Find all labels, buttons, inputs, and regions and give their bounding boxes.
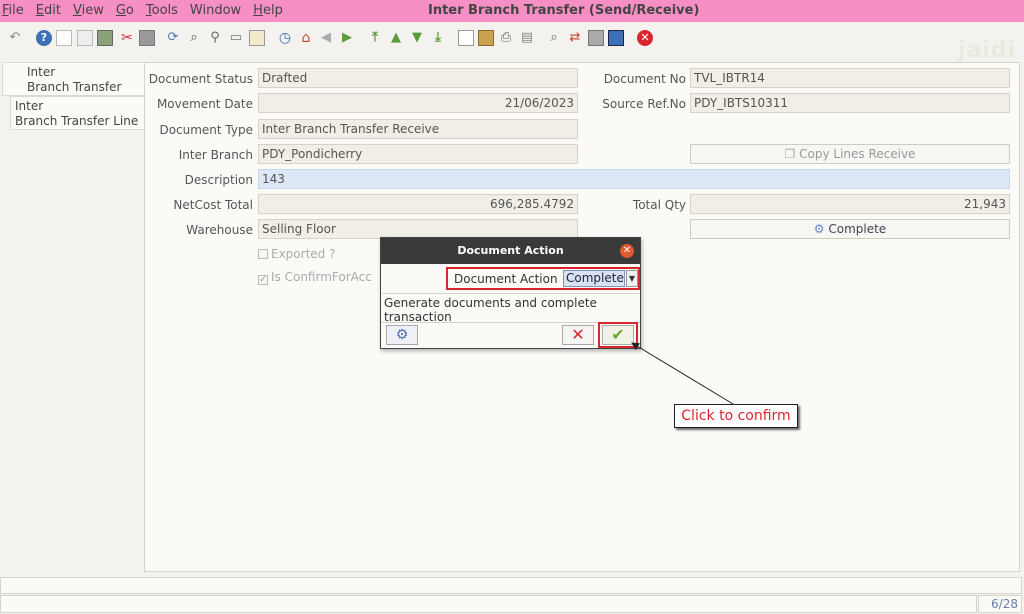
movement-date-label: Movement Date bbox=[156, 97, 253, 111]
checkbox-box bbox=[258, 249, 268, 259]
title-bar: File Edit View Go Tools Window Help Inte… bbox=[0, 0, 1024, 22]
total-qty-field[interactable]: 21,943 bbox=[690, 194, 1010, 214]
menu-help[interactable]: Help bbox=[253, 3, 283, 18]
archive-icon[interactable] bbox=[97, 30, 113, 46]
brand-logo: jaidi bbox=[957, 38, 1016, 63]
undo-icon[interactable]: ↶ bbox=[7, 30, 23, 46]
status-bar bbox=[0, 577, 1022, 594]
process-icon: ⚙ bbox=[813, 222, 829, 236]
ok-button[interactable]: ✔ bbox=[602, 325, 634, 345]
action-description: Generate documents and complete transact… bbox=[382, 293, 639, 322]
source-ref-label: Source Ref.No bbox=[602, 97, 686, 111]
click-to-confirm-callout: Click to confirm bbox=[674, 404, 798, 428]
next-record-icon[interactable]: ▼ bbox=[409, 30, 425, 46]
copy-icon: ❐ bbox=[784, 147, 800, 161]
grid-toggle-icon[interactable] bbox=[249, 30, 265, 46]
ok-button-highlight: ✔ bbox=[598, 322, 638, 348]
document-no-field[interactable]: TVL_IBTR14 bbox=[690, 68, 1010, 88]
parent-record-icon[interactable]: ◀ bbox=[318, 30, 334, 46]
refresh-icon[interactable]: ⟳ bbox=[165, 30, 181, 46]
detail-record-icon[interactable]: ▶ bbox=[339, 30, 355, 46]
document-action-label: Document Action bbox=[454, 272, 558, 286]
document-action-select-highlight: Document Action Complete ▼ bbox=[446, 267, 640, 290]
report-icon[interactable] bbox=[458, 30, 474, 46]
description-field[interactable]: 143 bbox=[258, 169, 1010, 189]
home-icon[interactable]: ⌂ bbox=[298, 30, 314, 46]
menu-bar: File Edit View Go Tools Window Help bbox=[2, 3, 295, 18]
description-label: Description bbox=[184, 173, 253, 187]
menu-edit[interactable]: Edit bbox=[36, 3, 61, 18]
window-title: Inter Branch Transfer (Send/Receive) bbox=[428, 3, 700, 18]
exported-checkbox[interactable]: Exported ? bbox=[258, 247, 335, 261]
first-record-icon[interactable]: ⤒ bbox=[367, 30, 383, 46]
menu-view[interactable]: View bbox=[73, 3, 104, 18]
dialog-title: Document Action bbox=[381, 238, 640, 264]
help-icon[interactable]: ? bbox=[36, 30, 52, 46]
document-action-select[interactable]: Complete bbox=[563, 270, 625, 287]
status-line bbox=[0, 595, 977, 613]
document-no-label: Document No bbox=[603, 72, 686, 86]
workflow-icon[interactable]: ⇄ bbox=[567, 30, 583, 46]
record-pager: 6/28 bbox=[978, 595, 1022, 613]
close-window-icon[interactable]: ✕ bbox=[637, 30, 653, 46]
warehouse-label: Warehouse bbox=[186, 223, 253, 237]
delete-icon[interactable]: ✂ bbox=[119, 30, 135, 46]
dialog-footer: ⚙ ✕ ✔ bbox=[381, 322, 640, 348]
warehouse-field[interactable]: Selling Floor bbox=[258, 219, 578, 239]
document-type-field[interactable]: Inter Branch Transfer Receive bbox=[258, 119, 578, 139]
netcost-total-label: NetCost Total bbox=[173, 198, 253, 212]
document-action-dialog: Document Action ✕ Document Action Comple… bbox=[380, 237, 641, 349]
menu-file[interactable]: File bbox=[2, 3, 24, 18]
confirm-for-acc-checkbox[interactable]: ✓ Is ConfirmForAcc bbox=[258, 270, 372, 285]
last-record-icon[interactable]: ⤓ bbox=[430, 30, 446, 46]
document-status-label: Document Status bbox=[148, 72, 253, 86]
attachment-icon[interactable]: ⚲ bbox=[207, 30, 223, 46]
complete-button[interactable]: ⚙ Complete bbox=[690, 219, 1010, 239]
source-ref-field[interactable]: PDY_IBTS10311 bbox=[690, 93, 1010, 113]
archived-docs-icon[interactable] bbox=[478, 30, 494, 46]
close-icon[interactable]: ✕ bbox=[620, 244, 634, 258]
print-preview-icon[interactable]: ▤ bbox=[519, 30, 535, 46]
chevron-down-icon[interactable]: ▼ bbox=[626, 270, 638, 287]
inter-branch-field[interactable]: PDY_Pondicherry bbox=[258, 144, 578, 164]
save-icon[interactable] bbox=[139, 30, 155, 46]
cancel-button[interactable]: ✕ bbox=[562, 325, 594, 345]
new-record-icon[interactable] bbox=[56, 30, 72, 46]
menu-go[interactable]: Go bbox=[116, 3, 134, 18]
menu-window[interactable]: Window bbox=[190, 3, 241, 18]
post-icon[interactable] bbox=[608, 30, 624, 46]
previous-record-icon[interactable]: ▲ bbox=[388, 30, 404, 46]
menu-tools[interactable]: Tools bbox=[146, 3, 178, 18]
checkbox-checked: ✓ bbox=[258, 275, 268, 285]
inter-branch-label: Inter Branch bbox=[178, 148, 253, 162]
zoom-across-icon[interactable]: ⌕ bbox=[546, 30, 562, 46]
find-icon[interactable]: ⌕ bbox=[186, 30, 202, 46]
gear-icon[interactable]: ⚙ bbox=[386, 325, 418, 345]
toolbar: ↶ ? ✂ ⟳ ⌕ ⚲ ▭ ◷ ⌂ ◀ ▶ ⤒ ▲ ▼ ⤓ ⎙ ▤ ⌕ ⇄ ✕ … bbox=[0, 24, 1024, 63]
product-info-icon[interactable] bbox=[588, 30, 604, 46]
document-type-label: Document Type bbox=[159, 123, 253, 137]
copy-record-icon[interactable] bbox=[77, 30, 93, 46]
copy-lines-receive-button[interactable]: ❐ Copy Lines Receive bbox=[690, 144, 1010, 164]
history-icon[interactable]: ◷ bbox=[277, 30, 293, 46]
chat-icon[interactable]: ▭ bbox=[228, 30, 244, 46]
total-qty-label: Total Qty bbox=[632, 198, 686, 212]
print-icon[interactable]: ⎙ bbox=[498, 30, 514, 46]
